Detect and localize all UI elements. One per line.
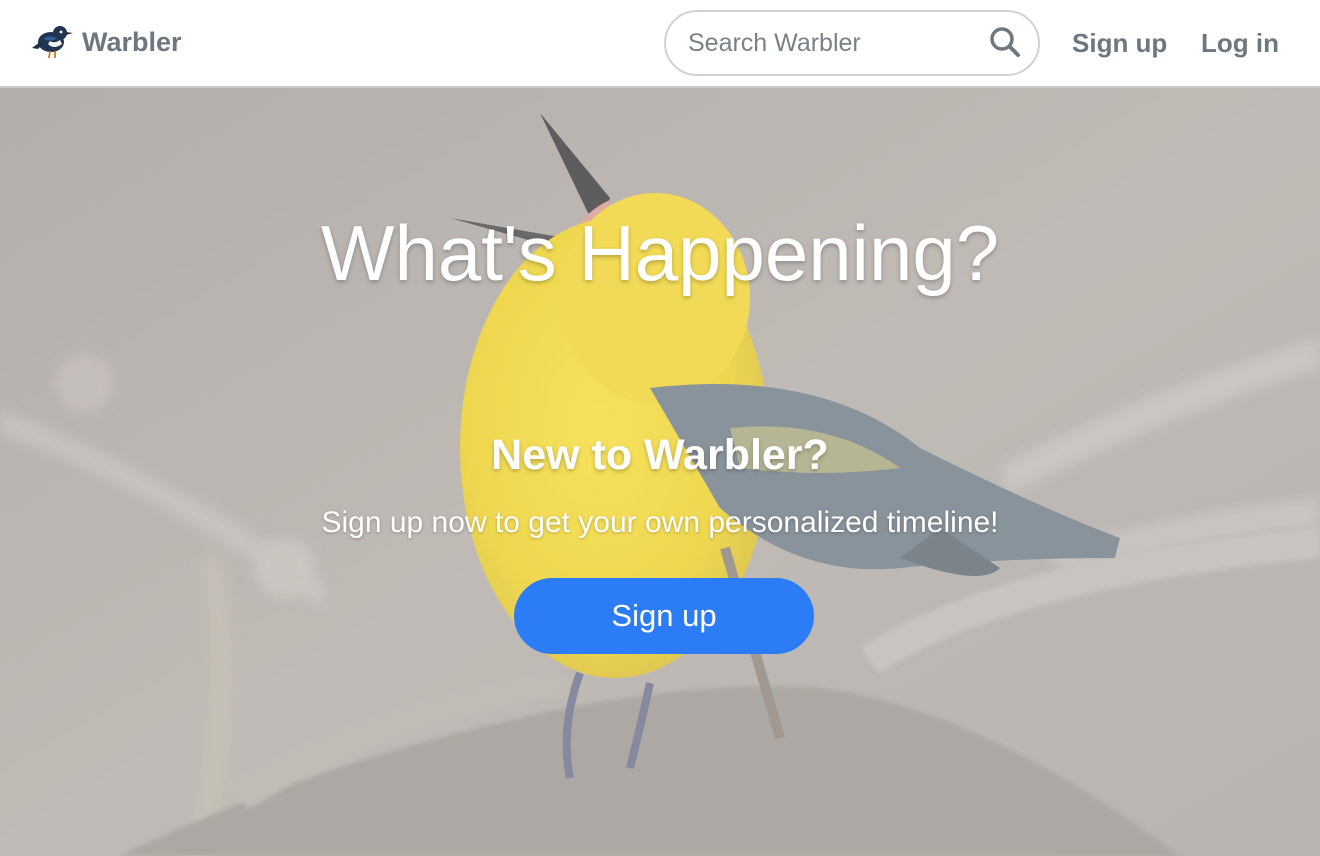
hero-subtitle: New to Warbler?	[491, 431, 829, 479]
hero-section: What's Happening? New to Warbler? Sign u…	[0, 88, 1320, 856]
brand-name: Warbler	[82, 26, 182, 57]
search-form	[664, 10, 1040, 76]
navbar: Warbler Sign up Log in	[0, 0, 1320, 88]
search-input[interactable]	[688, 22, 968, 64]
search-icon	[989, 26, 1021, 63]
hero-title: What's Happening?	[320, 209, 1000, 297]
hero-lead-text: Sign up now to get your own personalized…	[321, 506, 999, 539]
nav-signup-link[interactable]: Sign up	[1072, 24, 1167, 62]
hero-signup-button[interactable]: Sign up	[514, 578, 814, 654]
brand-link[interactable]: Warbler	[30, 20, 182, 64]
bird-logo-icon	[30, 22, 74, 62]
nav-login-link[interactable]: Log in	[1201, 24, 1279, 62]
search-button[interactable]	[986, 25, 1024, 63]
